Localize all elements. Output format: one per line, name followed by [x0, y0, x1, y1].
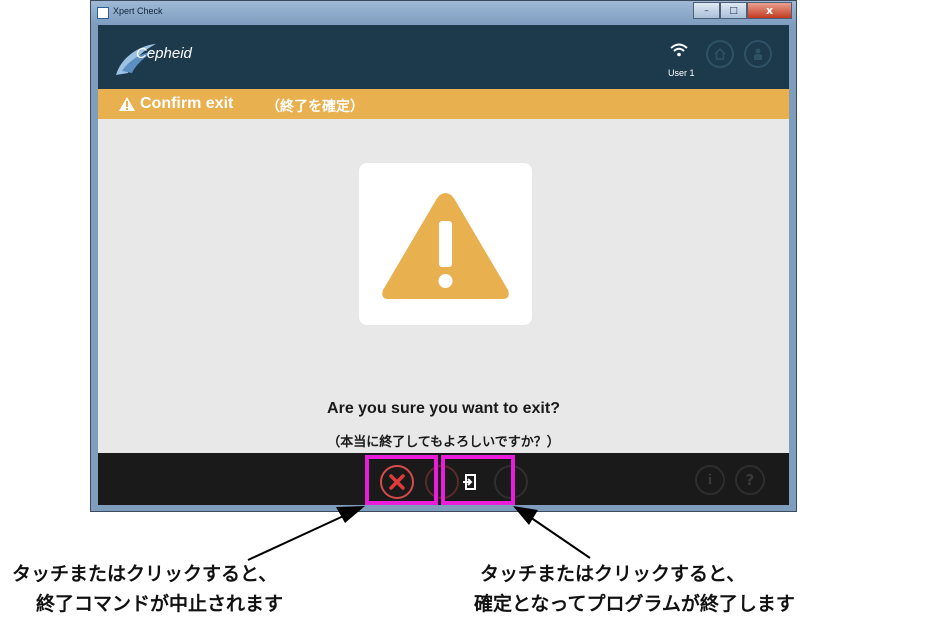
large-warning-icon — [382, 193, 509, 299]
right-caption-line1: タッチまたはクリックすると、 — [480, 563, 746, 585]
home-icon — [714, 47, 726, 60]
confirm-banner: Confirm exit （終了を確定） — [98, 89, 789, 119]
banner-subtitle: （終了を確定） — [266, 99, 364, 115]
exit-question-jp: （本当に終了してもよろしいですか？） — [327, 435, 560, 450]
wifi-icon — [670, 43, 688, 57]
person-icon — [754, 48, 762, 60]
left-caption-line2: 終了コマンドが中止されます — [36, 593, 284, 615]
close-window-button[interactable]: x — [747, 2, 792, 19]
app-header: Cepheid User 1 — [98, 25, 789, 89]
exit-highlight-box — [441, 455, 515, 505]
left-arrow-line — [247, 512, 351, 561]
cancel-highlight-box — [365, 455, 438, 505]
brand-name: Cepheid — [136, 45, 192, 62]
user-label: User 1 — [668, 68, 695, 78]
banner-title: Confirm exit — [140, 95, 234, 112]
window-controls: – □ x — [693, 2, 792, 19]
home-button[interactable] — [706, 40, 734, 68]
left-caption-line1: タッチまたはクリックすると、 — [12, 563, 278, 585]
exit-question: Are you sure you want to exit? — [327, 400, 560, 417]
minimize-button[interactable]: – — [693, 2, 720, 19]
maximize-button[interactable]: □ — [720, 2, 747, 19]
right-caption-line2: 確定となってプログラムが終了します — [474, 593, 795, 615]
warning-icon — [119, 97, 135, 111]
warning-card — [359, 163, 532, 325]
user-button[interactable] — [744, 40, 772, 68]
info-button[interactable]: i — [695, 465, 725, 495]
window-title: Xpert Check — [113, 6, 163, 16]
help-button[interactable]: ? — [735, 465, 765, 495]
app-icon — [97, 7, 109, 19]
app-window: Xpert Check – □ x Cepheid User 1 Confirm… — [90, 0, 797, 512]
right-arrow-line — [526, 514, 591, 559]
app-client-area: Cepheid User 1 Confirm exit （終了を確定） Are … — [98, 25, 789, 505]
title-bar[interactable]: Xpert Check – □ x — [91, 1, 796, 25]
